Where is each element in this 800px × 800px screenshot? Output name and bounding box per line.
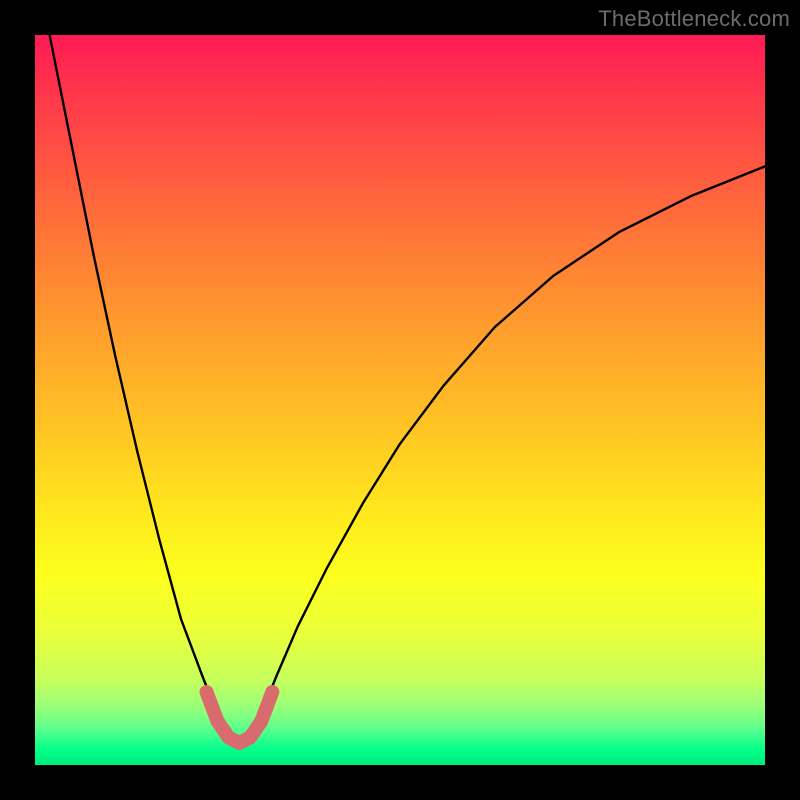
watermark-text: TheBottleneck.com: [598, 6, 790, 32]
curve-layer: [35, 35, 765, 765]
bottleneck-curve: [50, 35, 765, 743]
plot-area: [35, 35, 765, 765]
chart-frame: TheBottleneck.com: [0, 0, 800, 800]
sweet-spot-highlight: [207, 692, 273, 743]
